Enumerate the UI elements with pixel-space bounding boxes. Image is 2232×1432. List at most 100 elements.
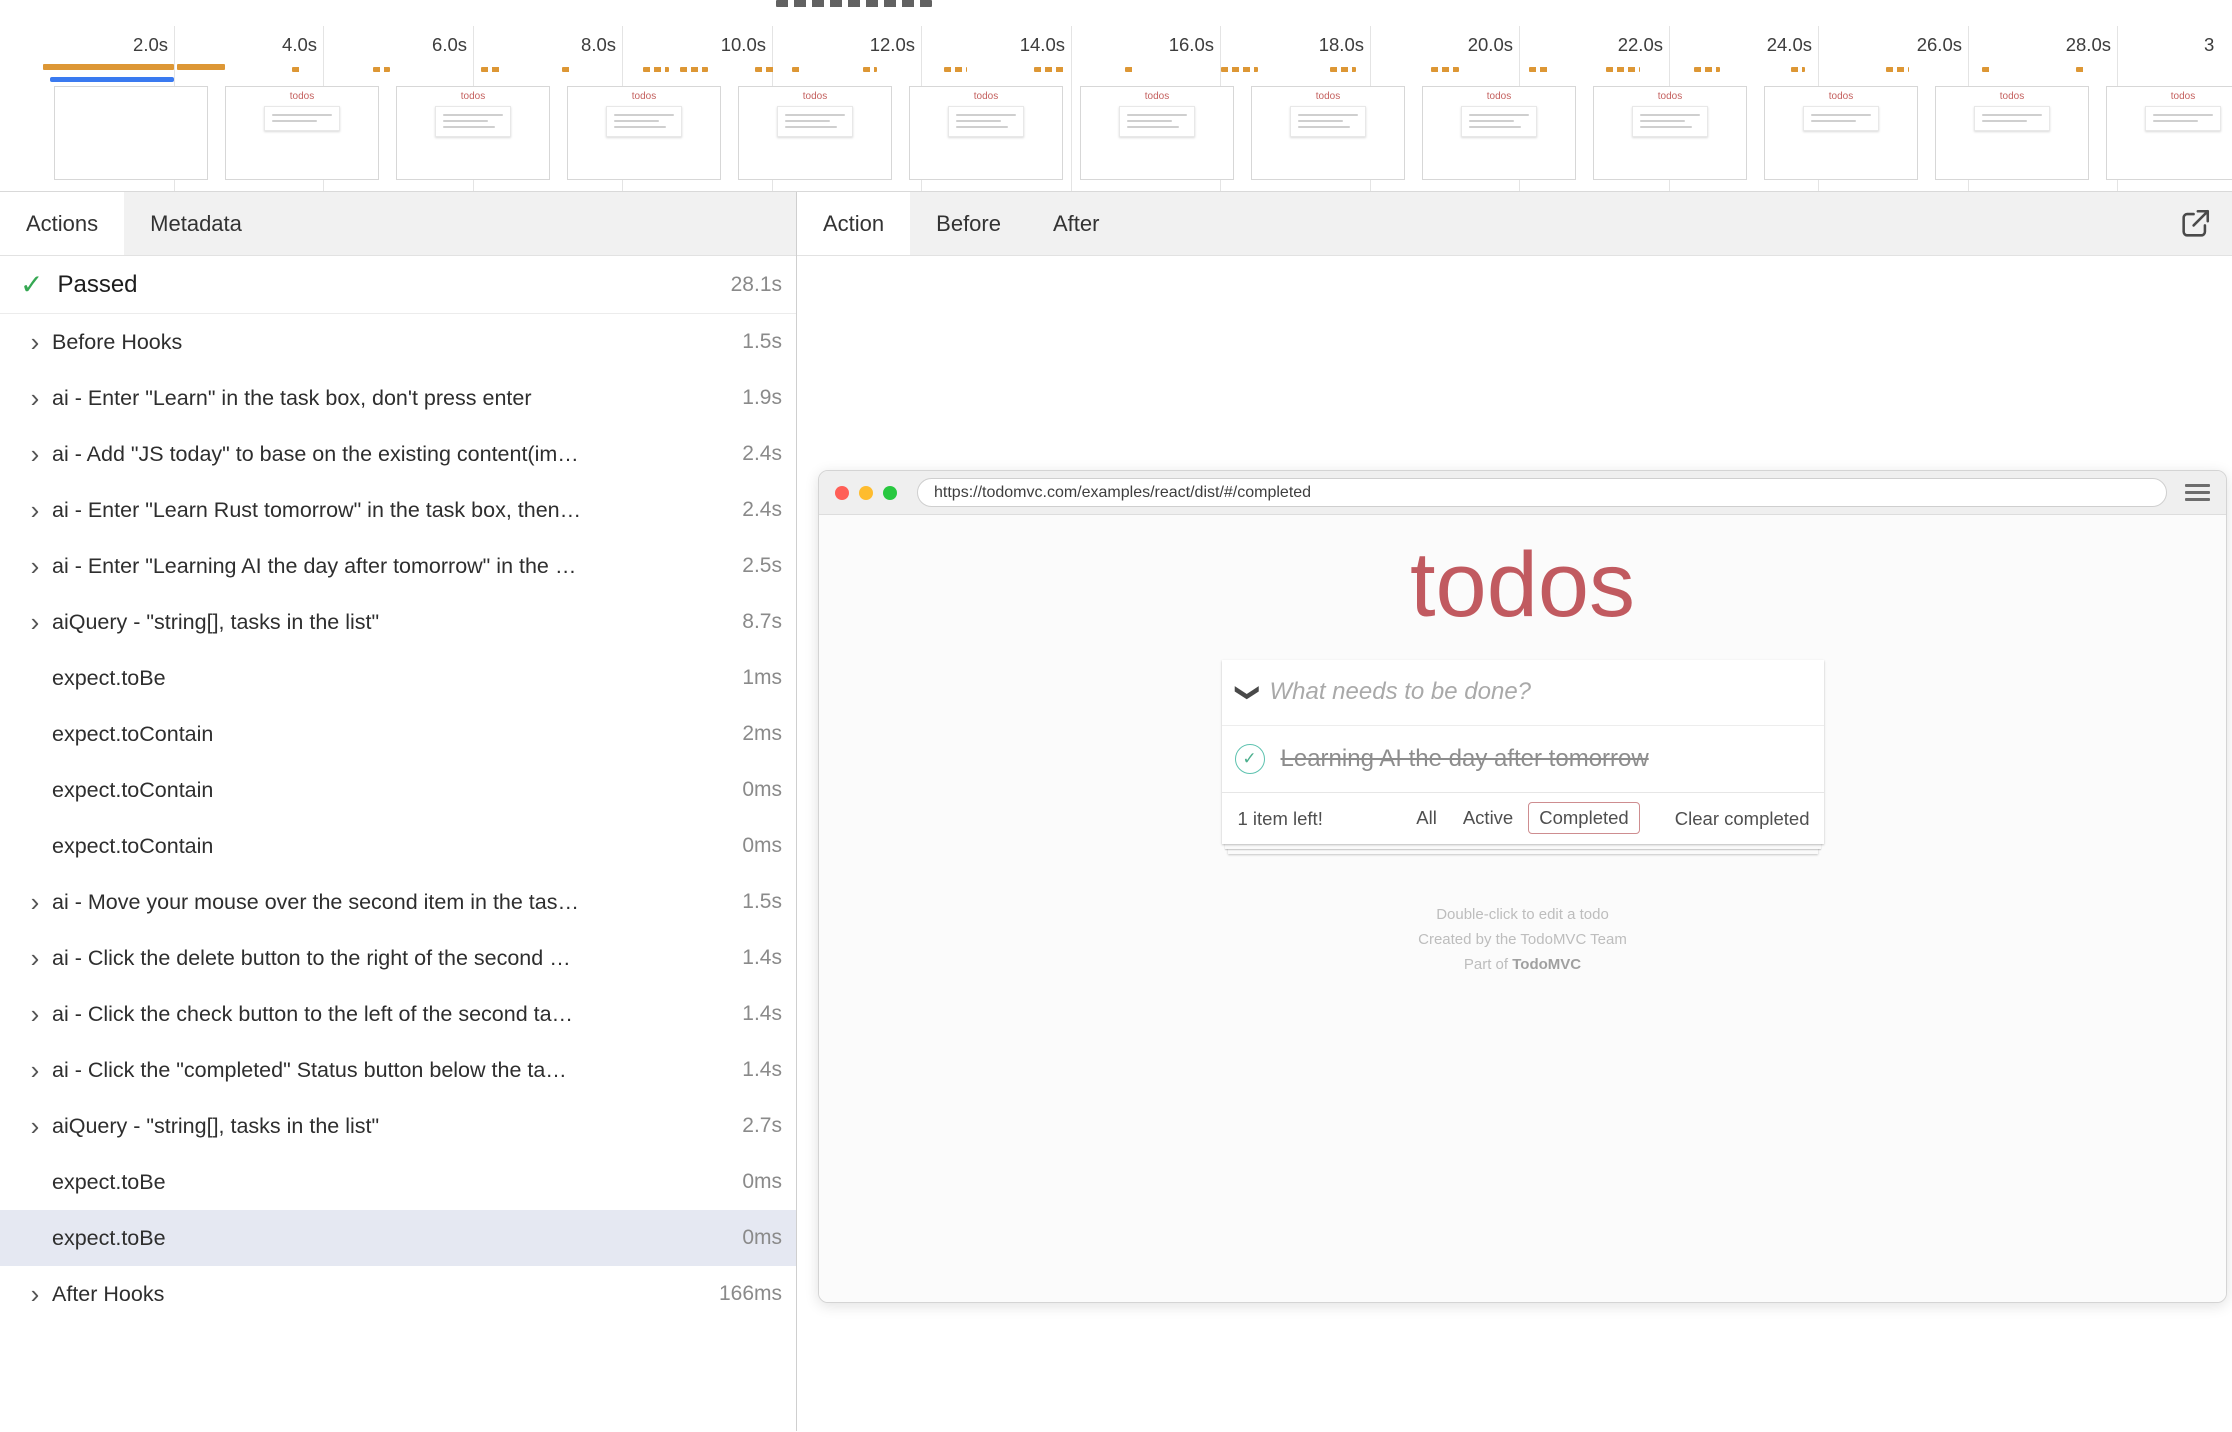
open-external-icon[interactable]: [2178, 207, 2212, 241]
clear-completed-button[interactable]: Clear completed: [1675, 793, 1810, 845]
film-thumbnail[interactable]: todos: [1080, 86, 1234, 180]
film-thumbnail[interactable]: todos: [567, 86, 721, 180]
menu-icon[interactable]: [2185, 480, 2210, 506]
action-label: expect.toBe: [52, 1170, 174, 1195]
tab-metadata[interactable]: Metadata: [124, 192, 268, 255]
action-row[interactable]: › ai - Add "JS today" to base on the exi…: [0, 426, 796, 482]
time-tick: 26.0s: [1838, 34, 1962, 56]
action-duration: 2.7s: [730, 1114, 782, 1138]
action-row-selected[interactable]: expect.toBe 0ms: [0, 1210, 796, 1266]
todo-item-row[interactable]: ✓ Learning AI the day after tomorrow: [1222, 726, 1824, 792]
film-thumbnail[interactable]: todos: [909, 86, 1063, 180]
film-thumbnail[interactable]: todos: [2106, 86, 2232, 180]
browser-chrome: https://todomvc.com/examples/react/dist/…: [819, 471, 2226, 515]
time-tick: 4.0s: [193, 34, 317, 56]
action-label: Before Hooks: [52, 330, 190, 355]
filter-completed[interactable]: Completed: [1528, 802, 1639, 834]
time-tick: 16.0s: [1090, 34, 1214, 56]
tab-after[interactable]: After: [1027, 192, 1125, 255]
action-duration: 2ms: [730, 722, 782, 746]
action-row[interactable]: › Before Hooks 1.5s: [0, 314, 796, 370]
todo-card: ❯ What needs to be done? ✓ Learning AI t…: [1222, 660, 1824, 844]
film-thumbnail[interactable]: todos: [1422, 86, 1576, 180]
thumb-app-title: todos: [1765, 92, 1917, 102]
action-marker: [292, 67, 303, 72]
info-line: Double-click to edit a todo: [1418, 902, 1627, 927]
thumb-app-title: todos: [1936, 92, 2088, 102]
action-row[interactable]: expect.toContain 0ms: [0, 818, 796, 874]
action-row[interactable]: expect.toContain 0ms: [0, 762, 796, 818]
action-row[interactable]: expect.toBe 0ms: [0, 1154, 796, 1210]
todo-checked-icon[interactable]: ✓: [1235, 744, 1265, 774]
action-marker: [944, 67, 967, 72]
action-label: aiQuery - "string[], tasks in the list": [52, 610, 387, 635]
thumb-app-title: todos: [397, 92, 549, 102]
film-thumbnail[interactable]: todos: [738, 86, 892, 180]
time-tick: 12.0s: [791, 34, 915, 56]
action-row[interactable]: expect.toContain 2ms: [0, 706, 796, 762]
action-marker: [863, 67, 877, 72]
time-tick: 28.0s: [1987, 34, 2111, 56]
chevron-right-icon[interactable]: ›: [18, 1042, 52, 1098]
film-thumbnail[interactable]: todos: [1593, 86, 1747, 180]
chevron-right-icon[interactable]: ›: [18, 482, 52, 538]
filmstrip: todos todos todos todos todos todos todo…: [0, 86, 2232, 180]
film-thumbnail[interactable]: [54, 86, 208, 180]
toggle-all-icon[interactable]: ❯: [1222, 678, 1270, 707]
tab-action[interactable]: Action: [797, 192, 910, 255]
time-tick: 22.0s: [1539, 34, 1663, 56]
chevron-right-icon[interactable]: ›: [18, 1266, 52, 1322]
todomvc-brand: TodoMVC: [1512, 956, 1581, 973]
film-thumbnail[interactable]: todos: [1935, 86, 2089, 180]
action-row[interactable]: › ai - Click the check button to the lef…: [0, 986, 796, 1042]
tab-before[interactable]: Before: [910, 192, 1027, 255]
action-row[interactable]: › aiQuery - "string[], tasks in the list…: [0, 594, 796, 650]
url-bar[interactable]: https://todomvc.com/examples/react/dist/…: [917, 478, 2167, 507]
action-row[interactable]: › ai - Enter "Learn Rust tomorrow" in th…: [0, 482, 796, 538]
action-duration: 2.5s: [730, 554, 782, 578]
action-row[interactable]: › ai - Enter "Learning AI the day after …: [0, 538, 796, 594]
action-duration: 1.4s: [730, 1058, 782, 1082]
action-duration: 1.9s: [730, 386, 782, 410]
thumb-todo-card: [777, 106, 853, 137]
window-titlebar: [0, 0, 2232, 10]
trace-timeline[interactable]: 2.0s 4.0s 6.0s 8.0s 10.0s 12.0s 14.0s 16…: [0, 10, 2232, 192]
chevron-right-icon[interactable]: ›: [18, 538, 52, 594]
action-marker: [481, 67, 501, 72]
thumb-app-title: todos: [2107, 92, 2232, 102]
film-thumbnail[interactable]: todos: [1764, 86, 1918, 180]
chevron-right-icon[interactable]: ›: [18, 986, 52, 1042]
info-line: Part of TodoMVC: [1418, 952, 1627, 977]
tab-actions[interactable]: Actions: [0, 192, 124, 255]
new-todo-input[interactable]: What needs to be done?: [1270, 678, 1532, 706]
thumb-app-title: todos: [739, 92, 891, 102]
thumb-app-title: todos: [1081, 92, 1233, 102]
thumb-app-title: todos: [1594, 92, 1746, 102]
film-thumbnail[interactable]: todos: [396, 86, 550, 180]
action-row[interactable]: › ai - Move your mouse over the second i…: [0, 874, 796, 930]
action-row[interactable]: › ai - Enter "Learn" in the task box, do…: [0, 370, 796, 426]
chevron-right-icon[interactable]: ›: [18, 874, 52, 930]
chevron-right-icon[interactable]: ›: [18, 370, 52, 426]
thumb-todo-card: [2145, 106, 2221, 131]
action-row[interactable]: › ai - Click the delete button to the ri…: [0, 930, 796, 986]
time-tick: 2.0s: [44, 34, 168, 56]
action-label: ai - Enter "Learning AI the day after to…: [52, 554, 584, 579]
filter-all[interactable]: All: [1405, 802, 1448, 834]
action-duration: 0ms: [730, 834, 782, 858]
action-row[interactable]: › ai - Click the "completed" Status butt…: [0, 1042, 796, 1098]
film-thumbnail[interactable]: todos: [1251, 86, 1405, 180]
time-tick: 24.0s: [1688, 34, 1812, 56]
action-row[interactable]: › aiQuery - "string[], tasks in the list…: [0, 1098, 796, 1154]
chevron-right-icon[interactable]: ›: [18, 314, 52, 370]
action-row[interactable]: expect.toBe 1ms: [0, 650, 796, 706]
test-status-row: ✓ Passed 28.1s: [0, 256, 796, 314]
chevron-right-icon[interactable]: ›: [18, 594, 52, 650]
film-thumbnail[interactable]: todos: [225, 86, 379, 180]
chevron-right-icon[interactable]: ›: [18, 426, 52, 482]
action-row[interactable]: › After Hooks 166ms: [0, 1266, 796, 1322]
filter-active[interactable]: Active: [1452, 802, 1524, 834]
action-label: expect.toBe: [52, 666, 174, 691]
chevron-right-icon[interactable]: ›: [18, 1098, 52, 1154]
chevron-right-icon[interactable]: ›: [18, 930, 52, 986]
